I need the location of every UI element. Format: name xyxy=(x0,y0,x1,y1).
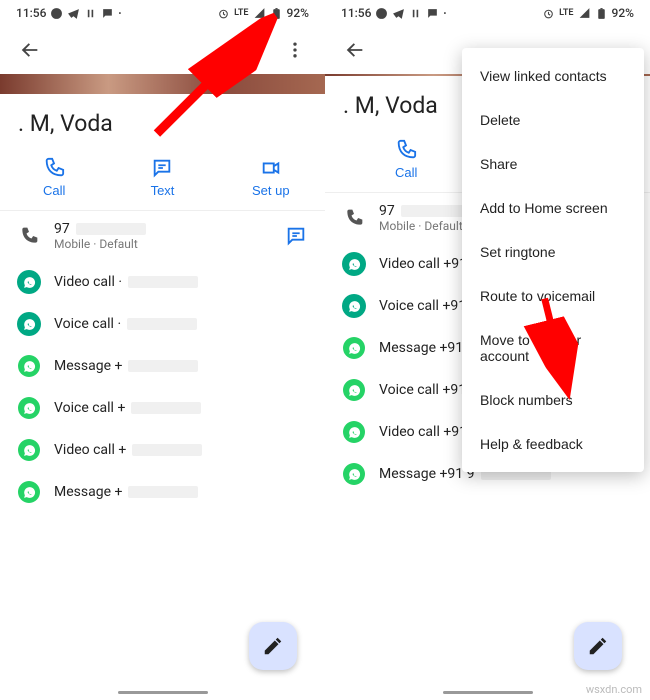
screenshot-right: 11:56 • LTE 92% . M, Voda Call xyxy=(325,0,650,700)
pencil-icon xyxy=(587,635,609,657)
signal-icon xyxy=(578,7,591,20)
network-label: LTE xyxy=(234,8,248,18)
back-button[interactable] xyxy=(335,30,375,70)
whatsapp-icon xyxy=(375,7,388,20)
phone-icon xyxy=(19,226,39,246)
whatsapp-icon xyxy=(343,337,365,359)
nav-handle[interactable] xyxy=(443,691,533,694)
redacted xyxy=(127,318,197,330)
arrow-left-icon xyxy=(19,39,41,61)
status-time: 11:56 xyxy=(16,6,46,20)
battery-icon xyxy=(595,7,608,20)
menu-item-share[interactable]: Share xyxy=(462,142,644,186)
redacted xyxy=(131,402,201,414)
whatsapp-icon xyxy=(18,481,40,503)
sms-button[interactable] xyxy=(285,225,307,247)
linked-app-row[interactable]: Video call · xyxy=(0,261,325,303)
menu-item-delete[interactable]: Delete xyxy=(462,98,644,142)
edit-contact-fab[interactable] xyxy=(574,622,622,670)
dot-icon: • xyxy=(118,9,121,18)
menu-item-block-numbers[interactable]: Block numbers xyxy=(462,378,644,422)
pause-icon xyxy=(409,7,422,20)
redacted xyxy=(128,276,198,288)
whatsapp-icon xyxy=(343,463,365,485)
watermark: wsxdn.com xyxy=(586,683,642,696)
menu-item-help-feedback[interactable]: Help & feedback xyxy=(462,422,644,466)
whatsapp-icon xyxy=(18,271,40,293)
redacted xyxy=(76,223,146,235)
linked-app-row[interactable]: Voice call + xyxy=(0,387,325,429)
telegram-icon xyxy=(392,7,405,20)
whatsapp-icon xyxy=(18,397,40,419)
edit-contact-fab[interactable] xyxy=(249,622,297,670)
linked-app-row[interactable]: Video call + xyxy=(0,429,325,471)
menu-item-set-ringtone[interactable]: Set ringtone xyxy=(462,230,644,274)
whatsapp-icon xyxy=(18,355,40,377)
whatsapp-icon xyxy=(18,313,40,335)
linked-app-row[interactable]: Message + xyxy=(0,471,325,513)
whatsapp-icon xyxy=(343,421,365,443)
whatsapp-icon xyxy=(343,295,365,317)
redacted xyxy=(132,444,202,456)
quick-actions: Call Text Set up xyxy=(0,155,325,211)
message-icon xyxy=(151,157,173,179)
video-setup-action[interactable]: Set up xyxy=(217,157,324,198)
message-icon xyxy=(101,7,114,20)
call-action[interactable]: Call xyxy=(1,157,108,198)
message-icon xyxy=(285,225,307,247)
pause-icon xyxy=(84,7,97,20)
whatsapp-icon xyxy=(50,7,63,20)
phone-row[interactable]: 97 Mobile · Default xyxy=(0,211,325,261)
whatsapp-icon xyxy=(343,253,365,275)
menu-item-view-linked-contacts[interactable]: View linked contacts xyxy=(462,54,644,98)
status-bar: 11:56 • LTE 92% xyxy=(325,0,650,26)
whatsapp-icon xyxy=(18,439,40,461)
linked-app-row[interactable]: Voice call · xyxy=(0,303,325,345)
pencil-icon xyxy=(262,635,284,657)
nav-handle[interactable] xyxy=(118,691,208,694)
overflow-menu: View linked contactsDeleteShareAdd to Ho… xyxy=(462,48,644,472)
redacted xyxy=(401,205,471,217)
whatsapp-icon xyxy=(343,379,365,401)
linked-app-row[interactable]: Message + xyxy=(0,345,325,387)
message-icon xyxy=(426,7,439,20)
menu-item-add-to-home-screen[interactable]: Add to Home screen xyxy=(462,186,644,230)
alarm-icon xyxy=(217,7,230,20)
phone-icon xyxy=(395,139,417,161)
battery-pct: 92% xyxy=(287,6,309,20)
phone-icon xyxy=(43,157,65,179)
redacted xyxy=(128,486,198,498)
arrow-left-icon xyxy=(344,39,366,61)
text-action[interactable]: Text xyxy=(109,157,216,198)
alarm-icon xyxy=(542,7,555,20)
back-button[interactable] xyxy=(10,30,50,70)
telegram-icon xyxy=(67,7,80,20)
redacted xyxy=(128,360,198,372)
videocam-icon xyxy=(260,157,282,179)
phone-icon xyxy=(344,208,364,228)
